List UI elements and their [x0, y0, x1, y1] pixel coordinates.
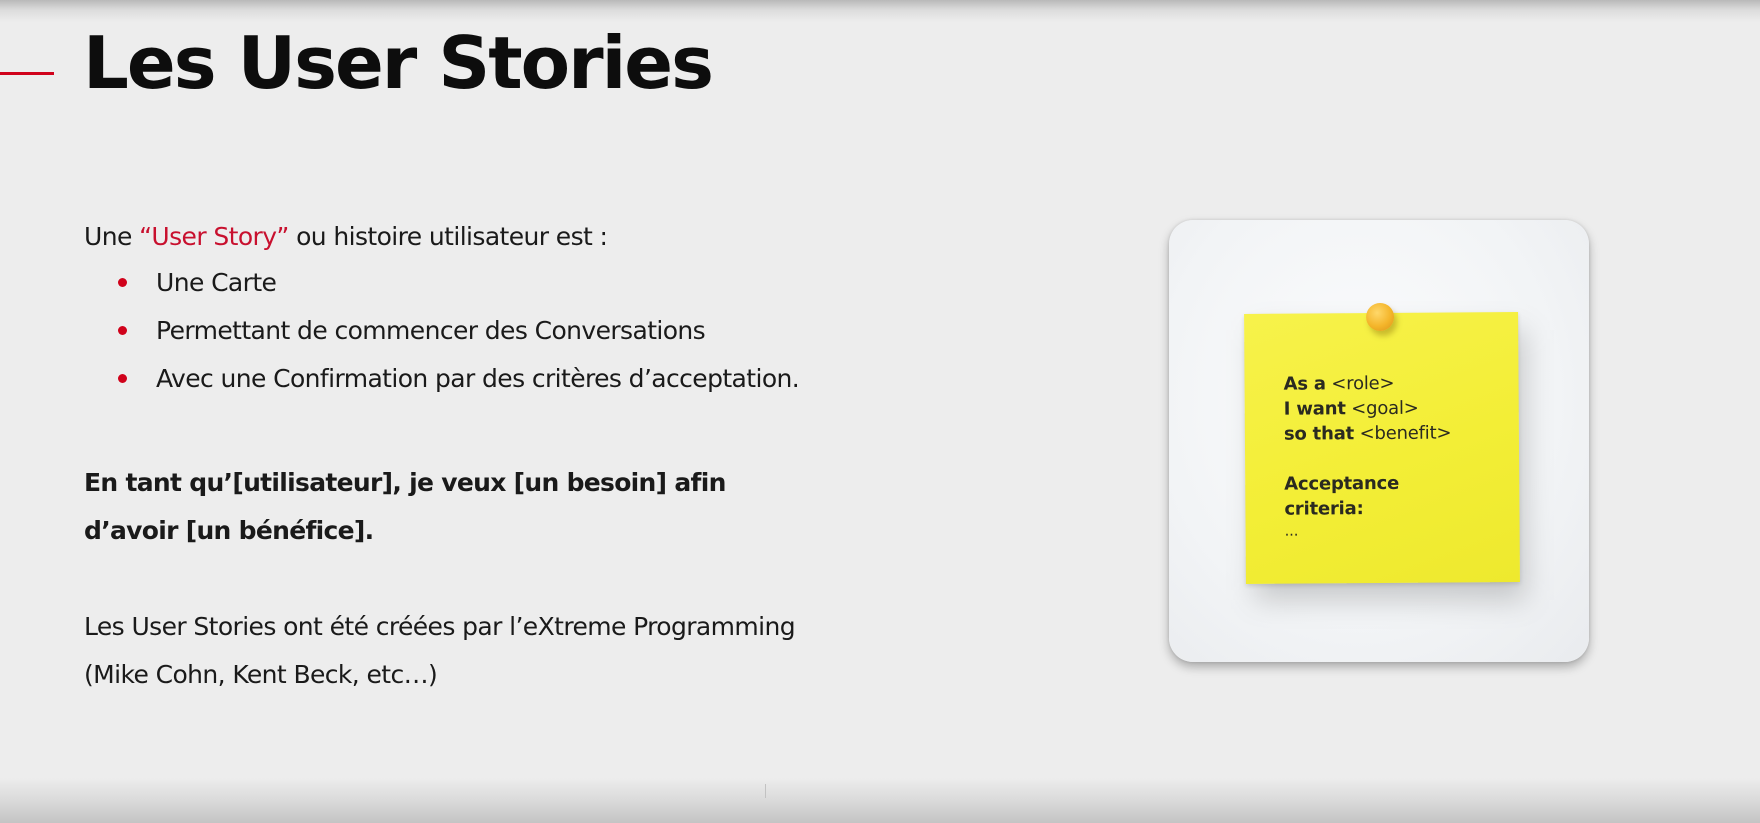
bottom-edge-shade: [0, 778, 1760, 823]
sticky-note: As a <role> I want <goal> so that <benef…: [1244, 302, 1520, 584]
title-accent-line: [0, 72, 54, 75]
list-item: Une Carte: [84, 267, 984, 315]
origin-line-1: Les User Stories ont été créées par l’eX…: [84, 612, 796, 641]
list-item: Permettant de commencer des Conversation…: [84, 315, 984, 363]
slide-content: Une “User Story” ou histoire utilisateur…: [84, 221, 984, 699]
bottom-divider-tick: [765, 784, 766, 798]
origin-line-2: (Mike Cohn, Kent Beck, etc…): [84, 660, 438, 689]
list-item-text: Une Carte: [156, 268, 277, 297]
note-spacer: [1284, 446, 1452, 472]
note-criteria-line-2: criteria:: [1284, 498, 1364, 520]
list-item-text: Avec une Confirmation par des critères d…: [156, 364, 800, 393]
origin-note: Les User Stories ont été créées par l’eX…: [84, 603, 964, 699]
note-ellipsis: ...: [1284, 521, 1299, 540]
list-item-text: Permettant de commencer des Conversation…: [156, 316, 706, 345]
sticky-note-image: As a <role> I want <goal> so that <benef…: [1169, 220, 1589, 662]
statement-line-2: d’avoir [un bénéfice].: [84, 516, 374, 545]
bullet-dot-icon: [118, 278, 127, 287]
bullet-dot-icon: [118, 374, 127, 383]
definition-list: Une Carte Permettant de commencer des Co…: [84, 267, 984, 411]
intro-suffix: ou histoire utilisateur est :: [288, 222, 608, 251]
slide-title: Les User Stories: [83, 21, 714, 105]
intro-line: Une “User Story” ou histoire utilisateur…: [84, 221, 984, 267]
push-pin-icon: [1365, 302, 1395, 332]
list-item: Avec une Confirmation par des critères d…: [84, 363, 984, 411]
note-line-role: As a <role>: [1283, 372, 1395, 395]
sticky-note-text: As a <role> I want <goal> so that <benef…: [1283, 371, 1452, 540]
bullet-dot-icon: [118, 326, 127, 335]
note-criteria-line-1: Acceptance: [1284, 472, 1400, 495]
top-edge-shade: [0, 0, 1760, 22]
note-line-goal: I want <goal>: [1283, 397, 1419, 420]
user-story-highlight: “User Story”: [139, 222, 289, 251]
note-line-benefit: so that <benefit>: [1283, 422, 1452, 445]
statement-line-1: En tant qu’[utilisateur], je veux [un be…: [84, 468, 726, 497]
intro-prefix: Une: [84, 222, 140, 251]
user-story-template-statement: En tant qu’[utilisateur], je veux [un be…: [84, 459, 804, 555]
